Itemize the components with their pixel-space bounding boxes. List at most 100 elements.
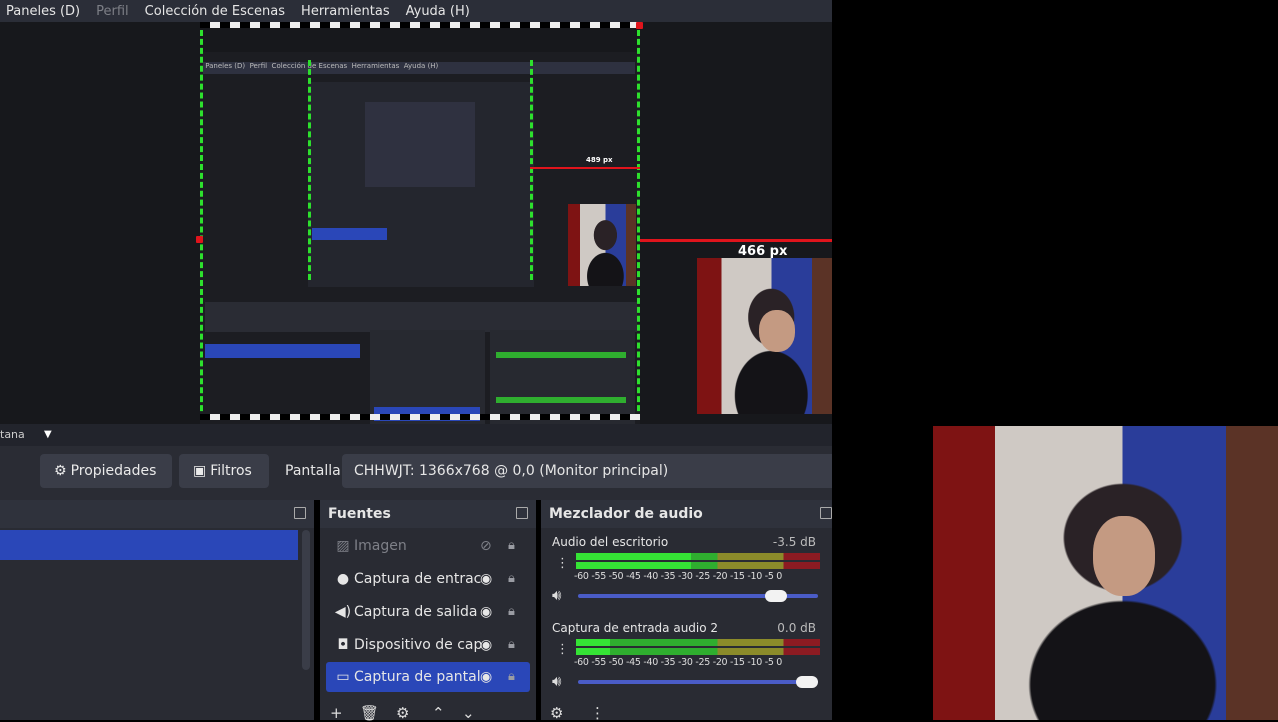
channel-db: 0.0 dB	[777, 621, 816, 635]
eye-slash-icon[interactable]: ⊘	[480, 531, 492, 561]
volume-meter-bar	[576, 648, 820, 655]
source-item-capture-device[interactable]: ◘ Dispositivo de cap ◉ 🔒︎	[326, 630, 530, 660]
monitor-icon: ▭	[336, 669, 350, 685]
webcam-source-preview[interactable]	[697, 258, 832, 414]
properties-label: Propiedades	[70, 463, 157, 479]
chevron-down-icon[interactable]: ⌄	[462, 704, 475, 722]
chevron-down-icon[interactable]: ▼	[44, 429, 52, 440]
nested-preview-deep	[365, 102, 475, 187]
source-item-image[interactable]: ▨ Imagen ⊘ 🔒︎	[326, 531, 530, 561]
trash-icon[interactable]: 🗑︎	[360, 704, 379, 722]
source-item-audio-output[interactable]: ◀) Captura de salida ◉ 🔒︎	[326, 597, 530, 627]
eye-icon[interactable]: ◉	[480, 597, 492, 627]
scenes-panel-header	[0, 500, 314, 528]
scenes-panel	[0, 500, 314, 720]
webcam-overlay	[933, 426, 1278, 720]
speaker-icon[interactable]: 🔊︎	[552, 586, 561, 604]
sources-panel: Fuentes ▨ Imagen ⊘ 🔒︎ ● Captura de entra…	[320, 500, 536, 720]
undock-icon[interactable]	[820, 507, 832, 519]
undock-icon[interactable]	[516, 507, 528, 519]
nested-toolbar	[205, 302, 637, 332]
sources-title: Fuentes	[328, 506, 391, 522]
scene-item-selected[interactable]	[0, 530, 298, 560]
volume-meter-level	[576, 562, 691, 569]
add-source-icon[interactable]: +	[330, 704, 343, 722]
lock-icon[interactable]: 🔒︎	[508, 531, 515, 561]
menu-item-profile[interactable]: Perfil	[96, 4, 129, 19]
nested-meter-2	[496, 397, 626, 403]
lock-icon[interactable]: 🔒︎	[508, 662, 515, 692]
distance-line	[640, 239, 832, 242]
nested-webcam	[568, 204, 636, 286]
source-item-screen-capture[interactable]: ▭ Captura de pantal ◉ 🔒︎	[326, 662, 530, 692]
volume-slider-handle[interactable]	[796, 676, 818, 688]
gear-icon[interactable]: ⚙	[396, 704, 409, 722]
display-select[interactable]: CHHWJT: 1366x768 @ 0,0 (Monitor principa…	[342, 454, 832, 488]
nested-sources-panel	[370, 330, 485, 438]
transform-handle-corner[interactable]	[636, 22, 643, 29]
source-label: Captura de salida	[354, 604, 478, 620]
image-icon: ▨	[336, 538, 350, 554]
eye-icon[interactable]: ◉	[480, 630, 492, 660]
sources-panel-header: Fuentes	[320, 500, 536, 528]
lock-icon[interactable]: 🔒︎	[508, 564, 515, 594]
kebab-menu-icon[interactable]: ⋮	[556, 556, 569, 571]
webcam-face	[1093, 516, 1155, 596]
channel-name: Audio del escritorio	[552, 535, 669, 549]
menu-item-scene-collection[interactable]: Colección de Escenas	[145, 4, 285, 19]
scene-strip: tana ▼	[0, 424, 832, 446]
eye-icon[interactable]: ◉	[480, 662, 492, 692]
lock-icon[interactable]: 🔒︎	[508, 630, 515, 660]
gear-icon: ⚙	[54, 463, 67, 479]
camera-icon: ◘	[337, 637, 349, 653]
menu-item-panels[interactable]: Paneles (D)	[6, 4, 80, 19]
microphone-icon: ●	[336, 571, 350, 587]
transform-handle-left[interactable]	[196, 236, 203, 243]
nested-distance-line	[530, 167, 640, 169]
bounding-box-left-edge	[200, 30, 203, 420]
channel-name: Captura de entrada audio 2	[552, 621, 719, 635]
bounding-box-right-edge	[637, 30, 640, 420]
scenes-scrollbar[interactable]	[302, 530, 310, 670]
scene-strip-label: tana	[0, 428, 25, 441]
eye-icon[interactable]: ◉	[480, 564, 492, 594]
nested-distance-label: 489 px	[586, 156, 613, 164]
kebab-menu-icon[interactable]: ⋮	[556, 642, 569, 657]
advanced-audio-icon[interactable]: ⚙	[550, 704, 563, 722]
volume-meter-bar	[576, 639, 820, 646]
volume-slider-handle[interactable]	[765, 590, 787, 602]
nested-mixer-panel	[490, 330, 635, 438]
volume-meter-level	[576, 639, 610, 646]
undock-icon[interactable]	[294, 507, 306, 519]
nested-meter-1	[496, 352, 626, 358]
menu-item-tools[interactable]: Herramientas	[301, 4, 390, 19]
webcam-face	[759, 310, 795, 352]
nested-guide-left	[308, 60, 311, 280]
filters-label: Filtros	[210, 463, 252, 479]
bounding-box-bottom-edge	[200, 414, 640, 420]
menu-item-help[interactable]: Ayuda (H)	[406, 4, 470, 19]
screen-capture-source[interactable]: Paneles (D) Perfil Colección de Escenas …	[200, 52, 640, 438]
kebab-menu-icon[interactable]: ⋮	[590, 704, 605, 722]
nested-guide-right	[530, 60, 533, 280]
speaker-icon[interactable]: 🔊︎	[552, 672, 561, 690]
preview-canvas[interactable]: Paneles (D) Perfil Colección de Escenas …	[0, 22, 832, 438]
audio-mixer-panel: Mezclador de audio	[541, 500, 832, 720]
source-toolbar: ⚙ Propiedades ▣ Filtros Pantalla CHHWJT:…	[0, 446, 832, 500]
meter-ticks: -60 -55 -50 -45 -40 -35 -30 -25 -20 -15 …	[574, 657, 783, 668]
properties-button[interactable]: ⚙ Propiedades	[40, 454, 172, 488]
volume-meter-level	[576, 648, 610, 655]
chevron-up-icon[interactable]: ⌃	[432, 704, 445, 722]
lock-icon[interactable]: 🔒︎	[508, 597, 515, 627]
distance-label: 466 px	[738, 244, 788, 259]
source-label: Imagen	[354, 538, 407, 554]
mixer-title: Mezclador de audio	[549, 506, 703, 522]
volume-meter-level	[576, 553, 691, 560]
volume-slider[interactable]	[578, 680, 818, 684]
nested-scene-selected	[205, 344, 360, 358]
nested-selection	[312, 228, 387, 240]
source-type-label: Pantalla	[285, 463, 341, 479]
source-item-audio-input[interactable]: ● Captura de entrac ◉ 🔒︎	[326, 564, 530, 594]
source-label: Captura de entrac	[354, 571, 482, 587]
filters-button[interactable]: ▣ Filtros	[179, 454, 269, 488]
